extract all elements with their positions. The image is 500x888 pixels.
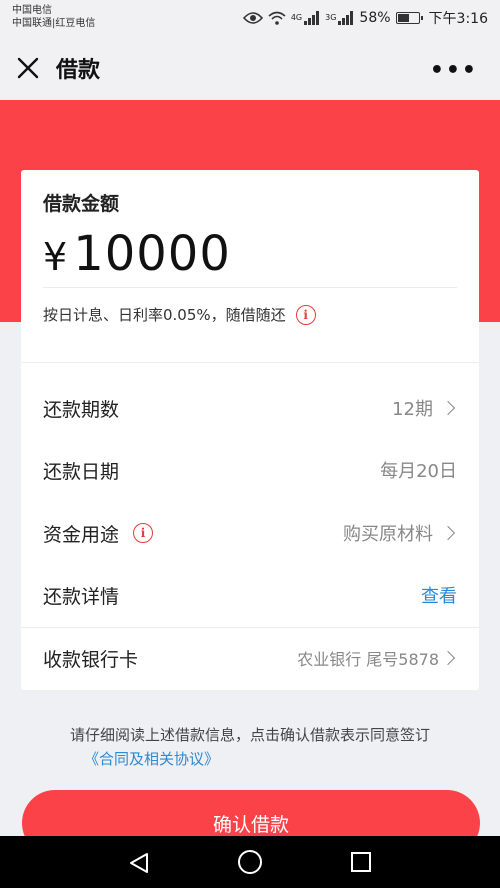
network-type-label: 4G (290, 13, 303, 22)
row-label: 还款详情 (43, 585, 120, 608)
more-icon[interactable]: ••• (430, 58, 478, 83)
chevron-right-icon (440, 400, 456, 416)
view-details-link[interactable]: 查看 (421, 582, 457, 608)
battery-percent: 58% (359, 10, 391, 26)
loan-amount[interactable]: 10000 (73, 226, 231, 282)
rate-info: 按日计息、日利率0.05%，随借随还 i (43, 304, 316, 325)
agreement-notice: 请仔细阅读上述借款信息，点击确认借款表示同意签订 (69, 726, 430, 744)
info-icon[interactable]: i (133, 523, 154, 543)
divider (21, 627, 479, 628)
network-type-label: 3G (325, 13, 337, 22)
repayment-date-row: 还款日期 每月20日 (21, 450, 479, 490)
signal-3g-icon: 3G (325, 11, 354, 25)
signal-4g-icon: 4G (291, 11, 320, 25)
row-label: 还款期数 (43, 398, 120, 421)
row-label: 资金用途 i (43, 520, 154, 547)
repayment-date-value: 每月20日 (380, 461, 457, 482)
eye-icon (242, 11, 263, 25)
home-icon[interactable] (238, 850, 262, 874)
repayment-periods-row[interactable]: 还款期数 12期 (21, 388, 479, 428)
carrier-info: 中国电信 中国联通|红豆电信 (12, 4, 95, 30)
row-label: 收款银行卡 (43, 648, 139, 671)
close-icon[interactable] (16, 56, 40, 80)
amount-display: ¥ 10000 (43, 226, 231, 282)
wifi-icon (268, 11, 286, 25)
chevron-right-icon (440, 650, 456, 666)
chevron-right-icon (440, 525, 456, 541)
info-icon[interactable]: i (295, 304, 316, 325)
loan-card: 借款金额 ¥ 10000 按日计息、日利率0.05%，随借随还 i 还款期数 1… (21, 170, 479, 690)
row-value: 购买原材料 (343, 520, 457, 546)
bank-card-value: 农业银行 尾号5878 (297, 650, 439, 669)
bank-card-row[interactable]: 收款银行卡 农业银行 尾号5878 (21, 638, 479, 678)
divider (21, 362, 479, 363)
loan-purpose-row[interactable]: 资金用途 i 购买原材料 (21, 513, 479, 553)
status-icons: 4G 3G 58% 下午3:16 (238, 8, 488, 28)
divider (43, 287, 457, 288)
nav-bar: 借款 ••• (0, 38, 500, 100)
page-title: 借款 (56, 58, 101, 83)
status-bar: 中国电信 中国联通|红豆电信 4G 3G 58% 下午3:16 (0, 0, 500, 38)
clock: 下午3:16 (428, 11, 488, 27)
row-label: 还款日期 (43, 460, 120, 483)
loan-purpose-value: 购买原材料 (343, 524, 433, 545)
loan-purpose-label: 资金用途 (43, 523, 120, 546)
amount-label: 借款金额 (43, 193, 120, 215)
currency-symbol: ¥ (43, 235, 68, 279)
carrier-primary: 中国电信 (12, 5, 52, 16)
back-icon[interactable] (128, 852, 150, 878)
battery-icon (395, 12, 423, 24)
carrier-secondary: 中国联通|红豆电信 (12, 18, 96, 29)
rate-text: 按日计息、日利率0.05%，随借随还 (43, 306, 286, 324)
row-value: 农业银行 尾号5878 (297, 646, 457, 670)
recent-apps-icon[interactable] (351, 852, 371, 872)
row-value: 12期 (392, 395, 457, 421)
repayment-details-row: 还款详情 查看 (21, 575, 479, 615)
agreement-link[interactable]: 《合同及相关协议》 (84, 748, 219, 769)
repayment-periods-value: 12期 (392, 399, 433, 420)
system-nav-bar (0, 836, 500, 888)
